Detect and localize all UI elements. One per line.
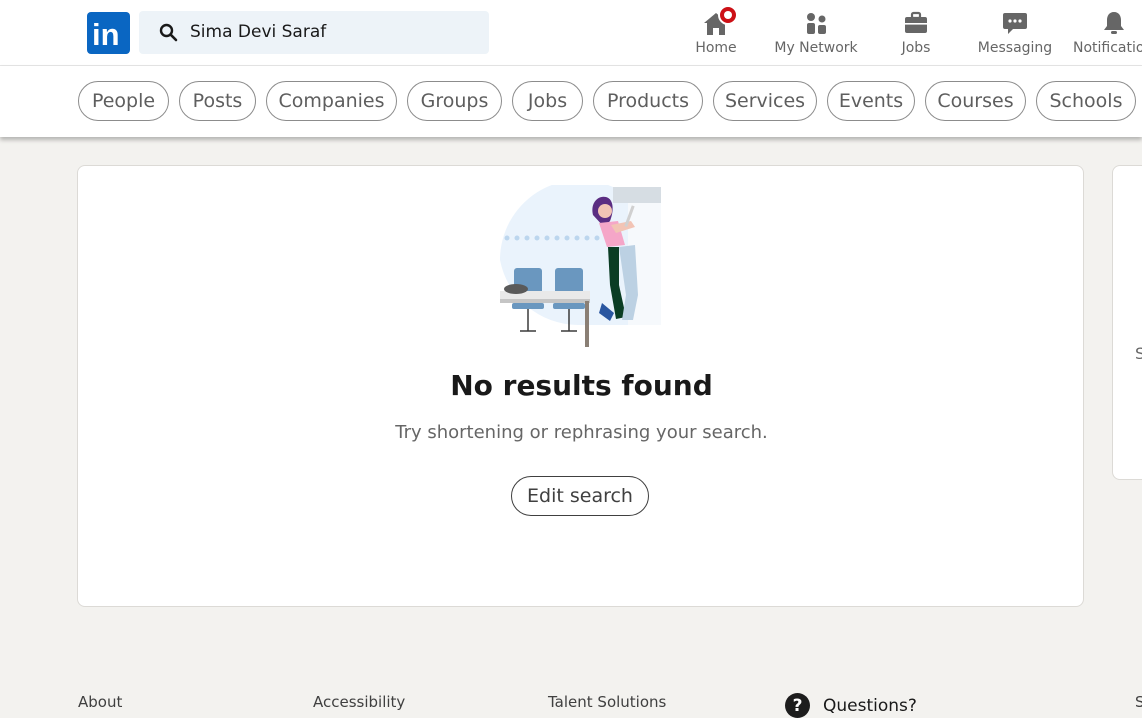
notification-badge	[718, 5, 738, 25]
top-nav-bar: in Sima Devi Saraf Home My Network Jobs …	[0, 0, 1142, 66]
nav-item-my-network[interactable]: My Network	[774, 0, 858, 66]
empty-state-illustration	[499, 185, 661, 347]
people-icon	[802, 9, 830, 37]
nav-label-my-network: My Network	[774, 40, 858, 56]
question-icon: ?	[785, 693, 810, 718]
filter-pill-products[interactable]: Products	[593, 81, 703, 121]
linkedin-logo-icon: in	[92, 17, 120, 52]
search-box[interactable]: Sima Devi Saraf	[139, 11, 489, 54]
nav-item-home[interactable]: Home	[695, 0, 738, 66]
edit-search-button[interactable]: Edit search	[511, 476, 649, 516]
nav-item-jobs[interactable]: Jobs	[896, 0, 936, 66]
footer-partial-text[interactable]: S	[1135, 693, 1142, 711]
search-icon	[159, 23, 178, 42]
search-filter-bar: People Posts Companies Groups Jobs Produ…	[0, 66, 1142, 137]
footer-questions[interactable]: ? Questions?	[785, 693, 917, 718]
nav-label-notifications: Notificatio	[1073, 40, 1142, 56]
footer-link-accessibility[interactable]: Accessibility	[313, 693, 405, 711]
briefcase-icon	[902, 9, 930, 37]
filter-pill-people[interactable]: People	[78, 81, 169, 121]
no-results-title: No results found	[450, 369, 713, 402]
filter-pill-posts[interactable]: Posts	[179, 81, 256, 121]
linkedin-logo[interactable]: in	[87, 12, 130, 54]
nav-label-messaging: Messaging	[977, 40, 1053, 56]
svg-text:in: in	[92, 17, 120, 52]
nav-item-notifications[interactable]: Notificatio	[1073, 0, 1142, 66]
nav-label-home: Home	[695, 40, 737, 56]
nav-label-jobs: Jobs	[901, 40, 931, 56]
filter-pill-events[interactable]: Events	[827, 81, 915, 121]
footer-link-about[interactable]: About	[78, 693, 122, 711]
no-results-subtitle: Try shortening or rephrasing your search…	[395, 422, 768, 443]
search-input[interactable]: Sima Devi Saraf	[190, 22, 326, 42]
side-card-partial-text: S	[1135, 344, 1142, 363]
filter-pill-courses[interactable]: Courses	[925, 81, 1026, 121]
bell-icon	[1100, 9, 1128, 37]
nav-item-messaging[interactable]: Messaging	[976, 0, 1054, 66]
no-results-card: No results found Try shortening or rephr…	[77, 165, 1084, 607]
filter-pill-companies[interactable]: Companies	[266, 81, 397, 121]
home-icon	[702, 5, 738, 37]
filter-pill-services[interactable]: Services	[713, 81, 817, 121]
filter-pill-groups[interactable]: Groups	[407, 81, 502, 121]
footer-link-talent-solutions[interactable]: Talent Solutions	[548, 693, 666, 711]
filter-pill-schools[interactable]: Schools	[1036, 81, 1136, 121]
right-side-card: S	[1112, 165, 1142, 480]
chat-bubble-icon	[1001, 9, 1029, 37]
filter-pill-jobs[interactable]: Jobs	[512, 81, 583, 121]
